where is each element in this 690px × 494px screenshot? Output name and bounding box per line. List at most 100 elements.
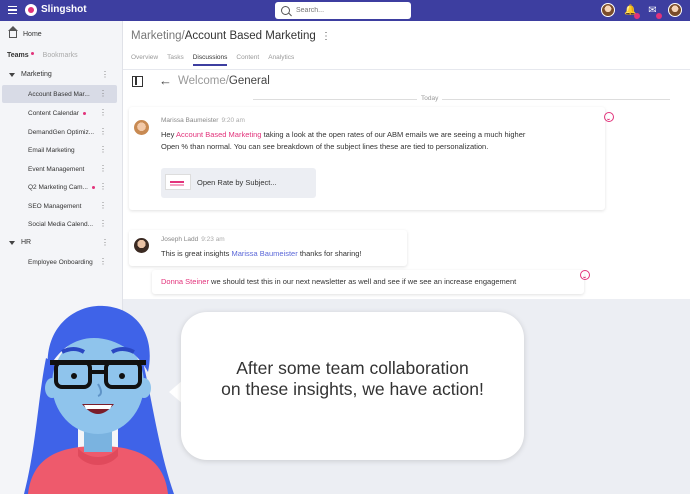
kebab-menu-icon[interactable]: ⋮ (99, 202, 107, 210)
kebab-menu-icon[interactable]: ⋮ (99, 258, 107, 266)
text-part: taking a look at the open rates of our A… (261, 130, 526, 139)
avatar[interactable] (601, 3, 615, 17)
kebab-menu-icon[interactable]: ⋮ (99, 109, 107, 117)
kebab-menu-icon[interactable]: ⋮ (99, 128, 107, 136)
inbox-badge (656, 12, 662, 19)
sidebar-group-hr[interactable]: HR ⋮ (9, 238, 109, 247)
kebab-menu-icon[interactable]: ⋮ (99, 90, 107, 98)
sidebar-item-social-media[interactable]: Social Media Calend... ⋮ (2, 215, 117, 233)
panel-toggle-icon[interactable] (132, 76, 143, 87)
search-icon (281, 6, 290, 15)
home-icon (8, 26, 18, 38)
tab-teams[interactable]: Teams (7, 52, 34, 59)
sidebar-item-label: Account Based Mar... (28, 90, 90, 98)
tab-content[interactable]: Content (236, 54, 259, 66)
breadcrumb: Marketing/Account Based Marketing (131, 30, 316, 42)
sidebar-item-account-based-marketing[interactable]: Account Based Mar... ⋮ (2, 85, 117, 103)
mention-link[interactable]: Donna Steiner (161, 277, 209, 286)
avatar[interactable] (134, 238, 149, 253)
kebab-menu-icon[interactable]: ⋮ (101, 238, 109, 247)
chart-thumbnail-icon (165, 174, 191, 190)
sidebar-item-employee-onboarding[interactable]: Employee Onboarding ⋮ (2, 253, 117, 271)
message-body: Hey Account Based Marketing taking a loo… (161, 129, 601, 153)
message-card: Marissa Baumeister 9:20 am Hey Account Ba… (129, 107, 605, 210)
sidebar-item-q2-marketing[interactable]: Q2 Marketing Cam... ⋮ (2, 178, 117, 196)
mention-link[interactable]: Marissa Baumeister (231, 249, 297, 258)
message-card: Joseph Ladd 9:23 am This is great insight… (129, 230, 407, 266)
tab-discussions[interactable]: Discussions (192, 54, 228, 66)
bell-icon[interactable]: 🔔 (624, 4, 640, 19)
date-divider (253, 99, 670, 100)
sidebar-item-content-calendar[interactable]: Content Calendar ⋮ (2, 104, 117, 122)
tab-overview[interactable]: Overview (131, 54, 158, 66)
sidebar-home[interactable]: Home (8, 26, 42, 38)
inbox-icon[interactable]: ✉ (646, 4, 662, 19)
text-part: Open % than normal. You can see breakdow… (161, 142, 489, 151)
message-time: 9:23 am (201, 236, 225, 243)
reaction-icon[interactable] (580, 270, 590, 280)
sidebar-item-label: SEO Management (28, 202, 82, 210)
message-body: This is great insights Marissa Baumeiste… (161, 248, 362, 260)
attachment-card[interactable]: Open Rate by Subject... (161, 168, 316, 198)
unread-dot (91, 185, 95, 189)
text-part: thanks for sharing! (297, 249, 362, 258)
group-label: HR (21, 239, 32, 246)
kebab-menu-icon[interactable]: ⋮ (99, 146, 107, 154)
sidebar-item-label: Email Marketing (28, 146, 75, 154)
app-brand: Slingshot (41, 4, 87, 15)
breadcrumb-parent[interactable]: Marketing (131, 30, 182, 42)
tab-bookmarks[interactable]: Bookmarks (43, 52, 78, 59)
chat-panel: ← Welcome/General Today Marissa Baumeist… (123, 69, 690, 299)
message-meta: Marissa Baumeister 9:20 am (161, 117, 245, 124)
kebab-menu-icon[interactable]: ⋮ (99, 220, 107, 228)
kebab-menu-icon[interactable]: ⋮ (99, 165, 107, 173)
message-author[interactable]: Marissa Baumeister (161, 117, 218, 124)
sidebar-item-label: Event Management (28, 165, 85, 173)
attachment-label: Open Rate by Subject... (197, 178, 277, 187)
sidebar-item-email-marketing[interactable]: Email Marketing ⋮ (2, 141, 117, 159)
sidebar-group-marketing[interactable]: Marketing ⋮ (9, 70, 109, 79)
search-box[interactable] (275, 2, 411, 19)
back-arrow-icon[interactable]: ← (159, 73, 172, 88)
sidebar-item-seo-management[interactable]: SEO Management ⋮ (2, 197, 117, 215)
header-tabs: Overview Tasks Discussions Content Analy… (131, 54, 294, 66)
teams-indicator-dot (30, 52, 34, 55)
sidebar-item-label: Social Media Calend... (28, 220, 94, 228)
user-avatar[interactable] (668, 3, 682, 17)
tab-analytics[interactable]: Analytics (268, 54, 294, 66)
sidebar-item-label: Q2 Marketing Cam... (28, 183, 88, 191)
caret-down-icon[interactable] (9, 240, 15, 245)
speech-bubble: After some team collaboration on these i… (181, 312, 524, 460)
caret-down-icon[interactable] (9, 72, 15, 77)
sidebar-item-label: DemandGen Optimiz... (28, 128, 95, 136)
top-bar: Slingshot 🔔 ✉ (0, 0, 690, 21)
message-card: Donna Steiner we should test this in our… (152, 270, 584, 294)
avatar[interactable] (134, 120, 149, 135)
message-author[interactable]: Joseph Ladd (161, 236, 198, 243)
tab-tasks[interactable]: Tasks (167, 54, 184, 66)
notification-badge (634, 12, 640, 19)
reaction-icon[interactable] (604, 112, 614, 122)
callout-text: After some team collaboration on these i… (181, 358, 524, 400)
sidebar-item-label: Employee Onboarding (28, 258, 93, 266)
kebab-menu-icon[interactable]: ⋮ (101, 70, 109, 79)
unread-dot (82, 111, 86, 115)
text-part: This is great insights (161, 249, 232, 258)
hamburger-menu-icon[interactable] (8, 6, 17, 14)
search-input[interactable] (296, 7, 396, 14)
sidebar-item-demandgen[interactable]: DemandGen Optimiz... ⋮ (2, 123, 117, 141)
kebab-menu-icon[interactable]: ⋮ (321, 31, 331, 42)
message-time: 9:20 am (221, 117, 245, 124)
sidebar-home-label: Home (23, 31, 42, 38)
callout-line: on these insights, we have action! (221, 379, 484, 399)
text-part: Hey (161, 130, 177, 139)
sidebar-item-event-management[interactable]: Event Management ⋮ (2, 160, 117, 178)
channel-parent: Welcome (178, 75, 226, 87)
top-icons: 🔔 ✉ (601, 3, 682, 19)
page-header: Marketing/Account Based Marketing ⋮ Over… (123, 21, 690, 69)
mention-link[interactable]: Account Based Marketing (176, 130, 261, 139)
kebab-menu-icon[interactable]: ⋮ (99, 183, 107, 191)
callout-line: After some team collaboration (236, 358, 469, 378)
message-meta: Joseph Ladd 9:23 am (161, 236, 225, 243)
page-title: Account Based Marketing (184, 30, 316, 42)
